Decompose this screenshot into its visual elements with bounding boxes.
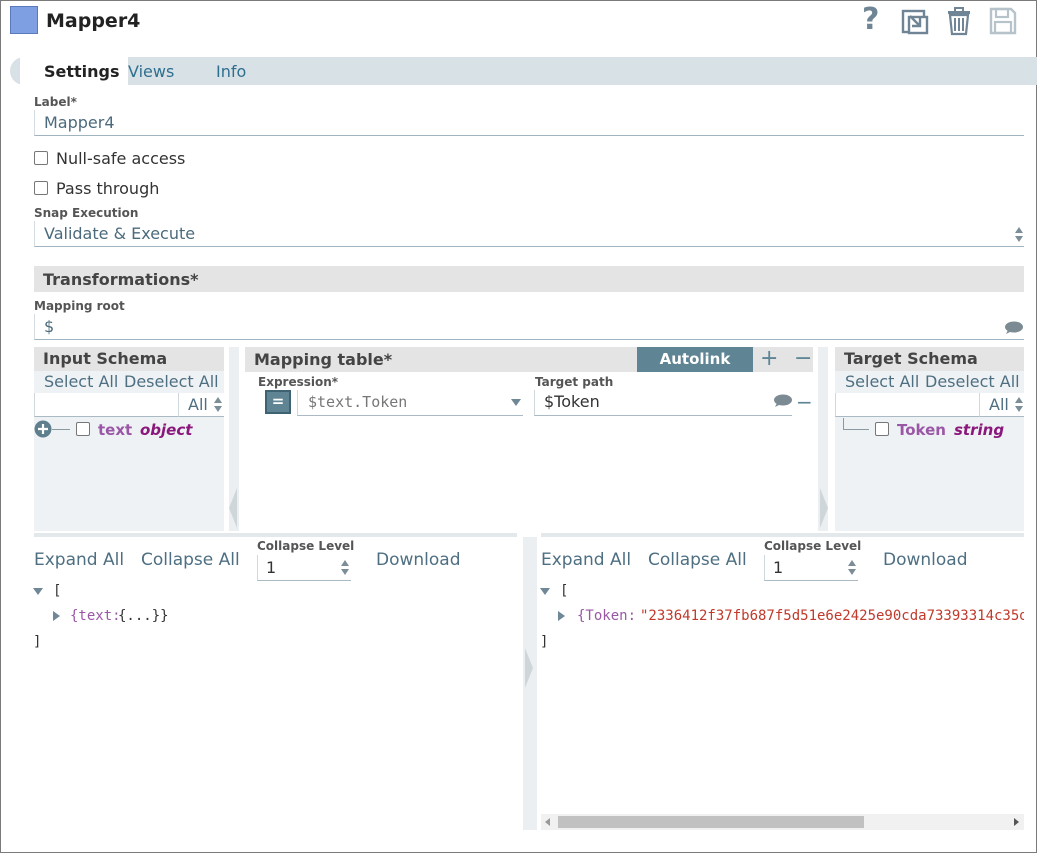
target-item-checkbox[interactable] <box>875 422 889 436</box>
input-schema-header: Input Schema <box>34 347 224 371</box>
input-collapse-all-link[interactable]: Collapse All <box>141 550 240 570</box>
snap-execution-select[interactable]: Validate & Execute <box>34 221 1024 247</box>
snap-title: Mapper4 <box>46 10 141 32</box>
snap-icon <box>10 6 38 34</box>
autolink-button[interactable]: Autolink <box>637 347 753 372</box>
target-item-type: string <box>954 421 1005 439</box>
remove-mapping-icon[interactable]: − <box>794 346 812 371</box>
input-item-type: object <box>140 421 193 439</box>
mapping-root-input[interactable]: $ <box>34 314 1024 340</box>
expand-plus-icon[interactable] <box>34 420 52 438</box>
scrollbar-thumb[interactable] <box>558 816 864 828</box>
pass-through-checkbox[interactable] <box>34 181 48 195</box>
json-open-bracket: [ <box>560 583 569 599</box>
mapping-root-value: $ <box>44 317 55 336</box>
collapse-tree-icon[interactable] <box>33 588 43 595</box>
input-collapse-level-label: Collapse Level <box>257 539 355 553</box>
target-path-label: Target path <box>535 375 614 389</box>
tab-settings[interactable]: Settings <box>20 57 128 85</box>
output-collapse-level-value: 1 <box>773 558 784 577</box>
expression-toggle-button[interactable]: = <box>265 390 291 414</box>
json-string-value: "2336412f37fb687f5d51e6e2425e90cda733933… <box>640 608 1024 624</box>
add-mapping-icon[interactable]: + <box>760 346 778 371</box>
select-arrows-icon <box>1014 226 1024 244</box>
target-deselect-all-link[interactable]: Deselect All <box>925 372 1020 391</box>
null-safe-checkbox[interactable] <box>34 151 48 165</box>
output-download-link[interactable]: Download <box>883 550 968 570</box>
collapse-tree-icon[interactable] <box>540 588 550 595</box>
comment-icon[interactable] <box>773 394 793 408</box>
horizontal-scrollbar[interactable] <box>541 814 1024 830</box>
json-key: {Token: <box>577 608 637 624</box>
json-row-clip: {Token: "2336412f37fb687f5d51e6e2425e90c… <box>577 604 1024 628</box>
transformations-header: Transformations* <box>34 266 1024 292</box>
target-filter-value: All <box>989 395 1009 414</box>
expression-value: $text.Token <box>308 393 408 411</box>
spinner-arrows-icon[interactable] <box>847 559 857 577</box>
collapse-right-icon[interactable] <box>819 488 829 528</box>
input-select-all-link[interactable]: Select All <box>44 372 118 391</box>
null-safe-label: Null-safe access <box>56 149 186 168</box>
input-collapse-level-input[interactable]: 1 <box>257 555 351 581</box>
expression-input[interactable]: $text.Token <box>297 390 523 416</box>
input-deselect-all-link[interactable]: Deselect All <box>124 372 219 391</box>
tree-line <box>52 429 70 430</box>
expression-label: Expression* <box>258 375 339 389</box>
help-icon[interactable]: ? <box>858 2 888 37</box>
snap-execution-label: Snap Execution <box>34 206 139 220</box>
target-item-name[interactable]: Token <box>897 421 946 439</box>
json-value: {...}} <box>118 608 169 624</box>
output-preview-divider <box>541 533 1024 537</box>
input-download-link[interactable]: Download <box>376 550 461 570</box>
comment-icon[interactable] <box>1004 321 1024 335</box>
select-arrows-icon <box>1014 396 1024 414</box>
input-item-name[interactable]: text <box>98 421 132 439</box>
output-collapse-level-label: Collapse Level <box>764 539 862 553</box>
input-item-checkbox[interactable] <box>76 422 90 436</box>
output-collapse-all-link[interactable]: Collapse All <box>648 550 747 570</box>
tree-line <box>843 429 869 430</box>
collapse-preview-icon[interactable] <box>524 648 534 688</box>
label-field-label: Label* <box>34 95 77 109</box>
expression-dropdown-icon[interactable] <box>511 399 521 406</box>
pass-through-label: Pass through <box>56 179 160 198</box>
input-collapse-level-value: 1 <box>266 558 277 577</box>
trash-icon[interactable] <box>944 6 974 36</box>
output-collapse-level-input[interactable]: 1 <box>764 555 858 581</box>
expand-node-icon[interactable] <box>53 611 60 621</box>
remove-row-icon[interactable]: − <box>796 390 813 414</box>
target-schema-header: Target Schema <box>835 347 1024 371</box>
tab-views[interactable]: Views <box>128 57 174 85</box>
collapse-left-icon[interactable] <box>228 488 238 528</box>
expand-node-icon[interactable] <box>558 611 565 621</box>
input-preview-divider <box>34 533 517 537</box>
export-icon[interactable] <box>900 6 930 36</box>
json-open-bracket: [ <box>53 583 62 599</box>
select-arrows-icon <box>213 396 223 414</box>
mapping-root-label: Mapping root <box>34 299 125 313</box>
spinner-arrows-icon[interactable] <box>340 559 350 577</box>
target-path-value: $Token <box>544 392 600 411</box>
scroll-right-icon[interactable] <box>1014 818 1019 826</box>
input-filter-value: All <box>188 395 208 414</box>
output-expand-all-link[interactable]: Expand All <box>541 550 631 570</box>
help-glyph: ? <box>862 2 880 37</box>
input-expand-all-link[interactable]: Expand All <box>34 550 124 570</box>
tab-info[interactable]: Info <box>216 57 246 85</box>
scroll-left-icon[interactable] <box>545 818 550 826</box>
save-icon[interactable] <box>988 6 1018 36</box>
json-close-bracket: ] <box>33 634 42 650</box>
snap-execution-value: Validate & Execute <box>44 224 196 243</box>
json-key: {text: <box>70 608 121 624</box>
target-path-input[interactable]: $Token <box>534 390 792 416</box>
target-schema-filter[interactable] <box>835 393 979 417</box>
input-schema-filter[interactable] <box>34 393 178 417</box>
json-close-bracket: ] <box>540 634 549 650</box>
label-input[interactable]: Mapper4 <box>34 110 1024 136</box>
tab-bar: Settings Views Info <box>10 57 1037 85</box>
target-select-all-link[interactable]: Select All <box>845 372 919 391</box>
